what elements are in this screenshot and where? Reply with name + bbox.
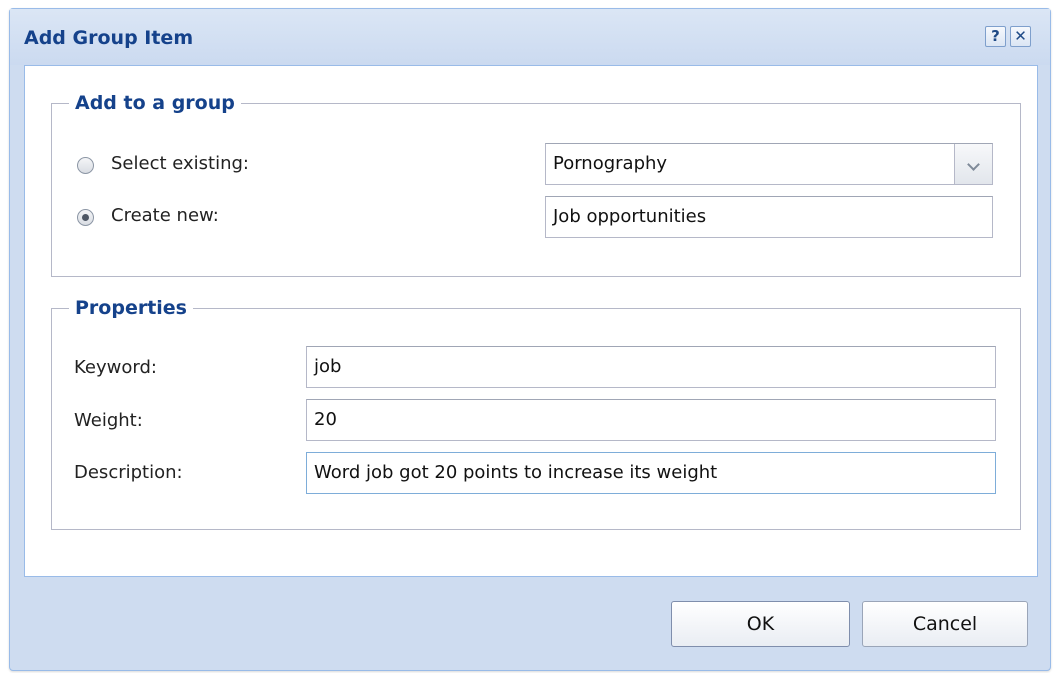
dialog-body: Add to a group Select existing: Pornogra…	[24, 65, 1038, 577]
select-existing-label[interactable]: Select existing:	[111, 153, 249, 174]
dialog-title: Add Group Item	[24, 27, 194, 49]
close-icon[interactable]: ✕	[1010, 26, 1031, 47]
existing-group-combo[interactable]: Pornography	[545, 143, 993, 185]
cancel-button[interactable]: Cancel	[862, 601, 1028, 647]
description-field[interactable]: Word job got 20 points to increase its w…	[306, 452, 996, 494]
create-new-label[interactable]: Create new:	[111, 205, 219, 226]
add-group-item-dialog: Add Group Item ? ✕ Add to a group Select…	[9, 8, 1051, 671]
keyword-label: Keyword:	[74, 357, 157, 378]
add-to-group-legend: Add to a group	[75, 92, 235, 114]
dialog-titlebar[interactable]: Add Group Item ? ✕	[10, 9, 1050, 65]
weight-label: Weight:	[74, 410, 143, 431]
keyword-field[interactable]: job	[306, 346, 996, 388]
existing-group-value: Pornography	[553, 153, 668, 174]
properties-legend: Properties	[75, 297, 187, 319]
new-group-name-field[interactable]: Job opportunities	[545, 196, 993, 238]
create-new-radio[interactable]	[77, 209, 94, 226]
chevron-down-icon[interactable]	[954, 144, 992, 184]
help-icon[interactable]: ?	[985, 26, 1006, 47]
description-label: Description:	[74, 462, 183, 483]
weight-field[interactable]: 20	[306, 399, 996, 441]
ok-button[interactable]: OK	[671, 601, 850, 647]
select-existing-radio[interactable]	[77, 157, 94, 174]
